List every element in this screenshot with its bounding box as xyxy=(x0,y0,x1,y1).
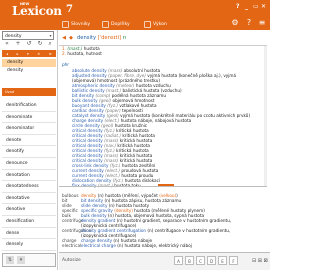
tab-addons[interactable]: Doplňky xyxy=(100,18,130,30)
related-fragment: electrical charge xyxy=(81,243,116,248)
filter-icon[interactable]: ▾ xyxy=(17,256,25,264)
status-tool-d[interactable]: D xyxy=(207,256,216,265)
history-item[interactable]: density xyxy=(2,59,56,67)
redo-icon[interactable]: ↻ xyxy=(36,40,44,48)
minimize-icon[interactable]: _ xyxy=(245,3,248,10)
status-tool-b[interactable]: B xyxy=(185,256,194,265)
headword-row: ◀ ◆ density [ˈdensɪti] n xyxy=(59,32,267,46)
logo-version: 7 xyxy=(66,4,73,15)
word-list-header: Úvod xyxy=(2,88,56,96)
bookmark-icon[interactable]: ◆ xyxy=(68,35,74,41)
status-label: Autosize xyxy=(62,258,81,263)
status-tool-e[interactable]: E xyxy=(218,256,227,265)
status-bar: Autosize A B C D E F ⊟ ⊞ ⊠ xyxy=(59,252,270,270)
part-of-speech: n xyxy=(122,35,126,41)
left-bottom-toolbar: ⇅ ▾ xyxy=(2,253,56,267)
tab-dictionaries[interactable]: Slovniky xyxy=(60,18,90,30)
history-list: density density xyxy=(2,59,56,75)
entry-scrollbar[interactable] xyxy=(264,46,267,186)
phrases-list: absolute density (mass) absolutní hustot… xyxy=(72,68,260,188)
word-list-item[interactable]: denotive xyxy=(2,204,56,216)
expand-icon[interactable]: ▾ xyxy=(27,52,29,56)
tab-performance[interactable]: Výkon xyxy=(142,18,167,30)
meaning-text: hustota, hutnost xyxy=(67,51,102,56)
tab-performance-label: Výkon xyxy=(153,21,167,27)
headword-text: density xyxy=(77,35,97,41)
related-entries: bulbous density (n) hustota (měření, výpo… xyxy=(62,193,262,248)
phrase-row[interactable]: adjusted density (paper, fibre, dye) vyj… xyxy=(72,73,260,83)
close-icon[interactable]: ✕ xyxy=(261,3,266,10)
pronunciation: [ˈdensɪti] xyxy=(97,35,122,41)
related-value: electrical charge (n) hustota náboje, el… xyxy=(81,243,262,248)
word-list-item[interactable]: denotative xyxy=(2,193,56,205)
word-list-item[interactable]: densification xyxy=(2,216,56,228)
back-icon[interactable]: « xyxy=(3,40,11,48)
word-list-item[interactable]: denominator xyxy=(2,123,56,135)
performance-icon xyxy=(144,20,151,28)
tab-dictionaries-label: Slovniky xyxy=(71,21,91,27)
splitter-handle[interactable] xyxy=(158,184,174,186)
undo-icon[interactable]: ↺ xyxy=(25,40,33,48)
sort-icon[interactable]: ⇅ xyxy=(6,256,14,264)
meaning-row: 2. hustota, hutnost xyxy=(62,51,262,56)
meaning-num: 2. xyxy=(62,51,66,56)
view-mode-icons[interactable]: ⊟ ⊞ ⊠ xyxy=(252,258,268,264)
history-item[interactable]: density xyxy=(2,67,56,75)
related-row[interactable]: electrical electrical charge (n) hustota … xyxy=(62,243,262,248)
list-icon[interactable]: ≡ xyxy=(49,52,52,56)
status-tool-a[interactable]: A xyxy=(174,256,183,265)
word-list-item[interactable]: denotation xyxy=(2,170,56,182)
status-tool-f[interactable]: F xyxy=(229,256,238,265)
dictionary-icon xyxy=(62,20,69,28)
next-icon[interactable]: ▸ xyxy=(17,52,19,56)
help-title-icon[interactable]: ? xyxy=(236,3,239,10)
status-tools: A B C D E F xyxy=(174,256,238,265)
maximize-icon[interactable]: ▭ xyxy=(253,3,259,10)
search-dropdown-icon[interactable]: ▾ xyxy=(47,31,54,40)
clear-icon[interactable]: ✕ xyxy=(37,52,40,56)
word-list-item[interactable]: denominate xyxy=(2,112,56,124)
add-icon[interactable]: + xyxy=(14,40,22,48)
help-icon[interactable]: ? xyxy=(243,17,255,29)
addons-icon xyxy=(102,20,109,28)
word-list: denitrification denominate denominator deno… xyxy=(2,100,56,251)
word-list-item[interactable]: denote xyxy=(2,135,56,147)
word-list-item[interactable]: denotatedness xyxy=(2,181,56,193)
headword: density [ˈdensɪti] n xyxy=(77,35,126,41)
word-list-item[interactable]: denounce xyxy=(2,158,56,170)
tab-addons-label: Doplňky xyxy=(111,21,130,27)
meanings: 1. (mast.) hustota 2. hustota, hutnost xyxy=(62,46,262,56)
title-bar: NEW Lexicon 7 Slovniky Doplňky Výkon ? _… xyxy=(0,0,270,30)
word-list-item[interactable]: densely xyxy=(2,239,56,251)
word-list-item[interactable]: dense xyxy=(2,228,56,240)
related-key: electrical xyxy=(62,243,82,248)
panel-divider[interactable] xyxy=(57,30,58,270)
related-fragment: (n) hustota náboje, elektrický náboj xyxy=(115,243,192,248)
word-list-item[interactable]: denitrification xyxy=(2,100,56,112)
menu-icon[interactable]: ≡ xyxy=(256,17,268,29)
status-tool-c[interactable]: C xyxy=(196,256,205,265)
find-icon[interactable]: ⌕ xyxy=(46,40,54,48)
prev-icon[interactable]: ◂ xyxy=(6,52,8,56)
phrases-label: phr xyxy=(62,62,70,67)
history-toolbar: ◂ ▸ ▾ ✕ ≡ xyxy=(2,50,56,57)
lower-splitter[interactable] xyxy=(59,186,267,187)
speaker-icon[interactable]: ◀ xyxy=(61,35,67,41)
app-logo: Lexicon xyxy=(12,4,62,18)
gear-icon[interactable]: ⚙ xyxy=(229,17,241,29)
word-list-item[interactable]: denotify xyxy=(2,146,56,158)
